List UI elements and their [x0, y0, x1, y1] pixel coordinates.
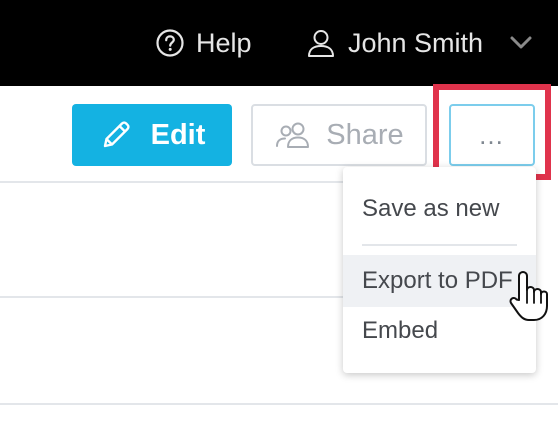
- help-label: Help: [196, 27, 252, 58]
- menu-item-label: Embed: [362, 317, 439, 344]
- edit-label: Edit: [150, 118, 206, 151]
- more-options-button[interactable]: …: [449, 104, 535, 166]
- user-icon: [308, 30, 334, 57]
- content-divider: [0, 403, 558, 405]
- menu-item-label: Save as new: [362, 195, 500, 222]
- user-menu[interactable]: John Smith: [306, 26, 533, 60]
- edit-button[interactable]: Edit: [72, 104, 232, 166]
- menu-item-label: Export to PDF: [362, 267, 513, 294]
- share-label: Share: [326, 118, 404, 151]
- question-circle-icon: [156, 29, 184, 57]
- more-label: …: [478, 119, 506, 150]
- users-icon: [276, 122, 310, 148]
- content-divider: [0, 296, 343, 298]
- help-link[interactable]: Help: [156, 26, 252, 60]
- user-name: John Smith: [348, 27, 484, 58]
- top-bar: Help John Smith: [0, 0, 558, 86]
- menu-item-save-as-new[interactable]: Save as new: [343, 183, 536, 235]
- pencil-icon: [103, 121, 130, 148]
- chevron-down-icon[interactable]: [509, 35, 533, 51]
- dashboard-page: Help John Smith Edit Share … Save as new…: [0, 0, 558, 434]
- hand-pointer-icon: [509, 271, 548, 321]
- menu-divider: [362, 244, 517, 246]
- share-button[interactable]: Share: [251, 104, 427, 166]
